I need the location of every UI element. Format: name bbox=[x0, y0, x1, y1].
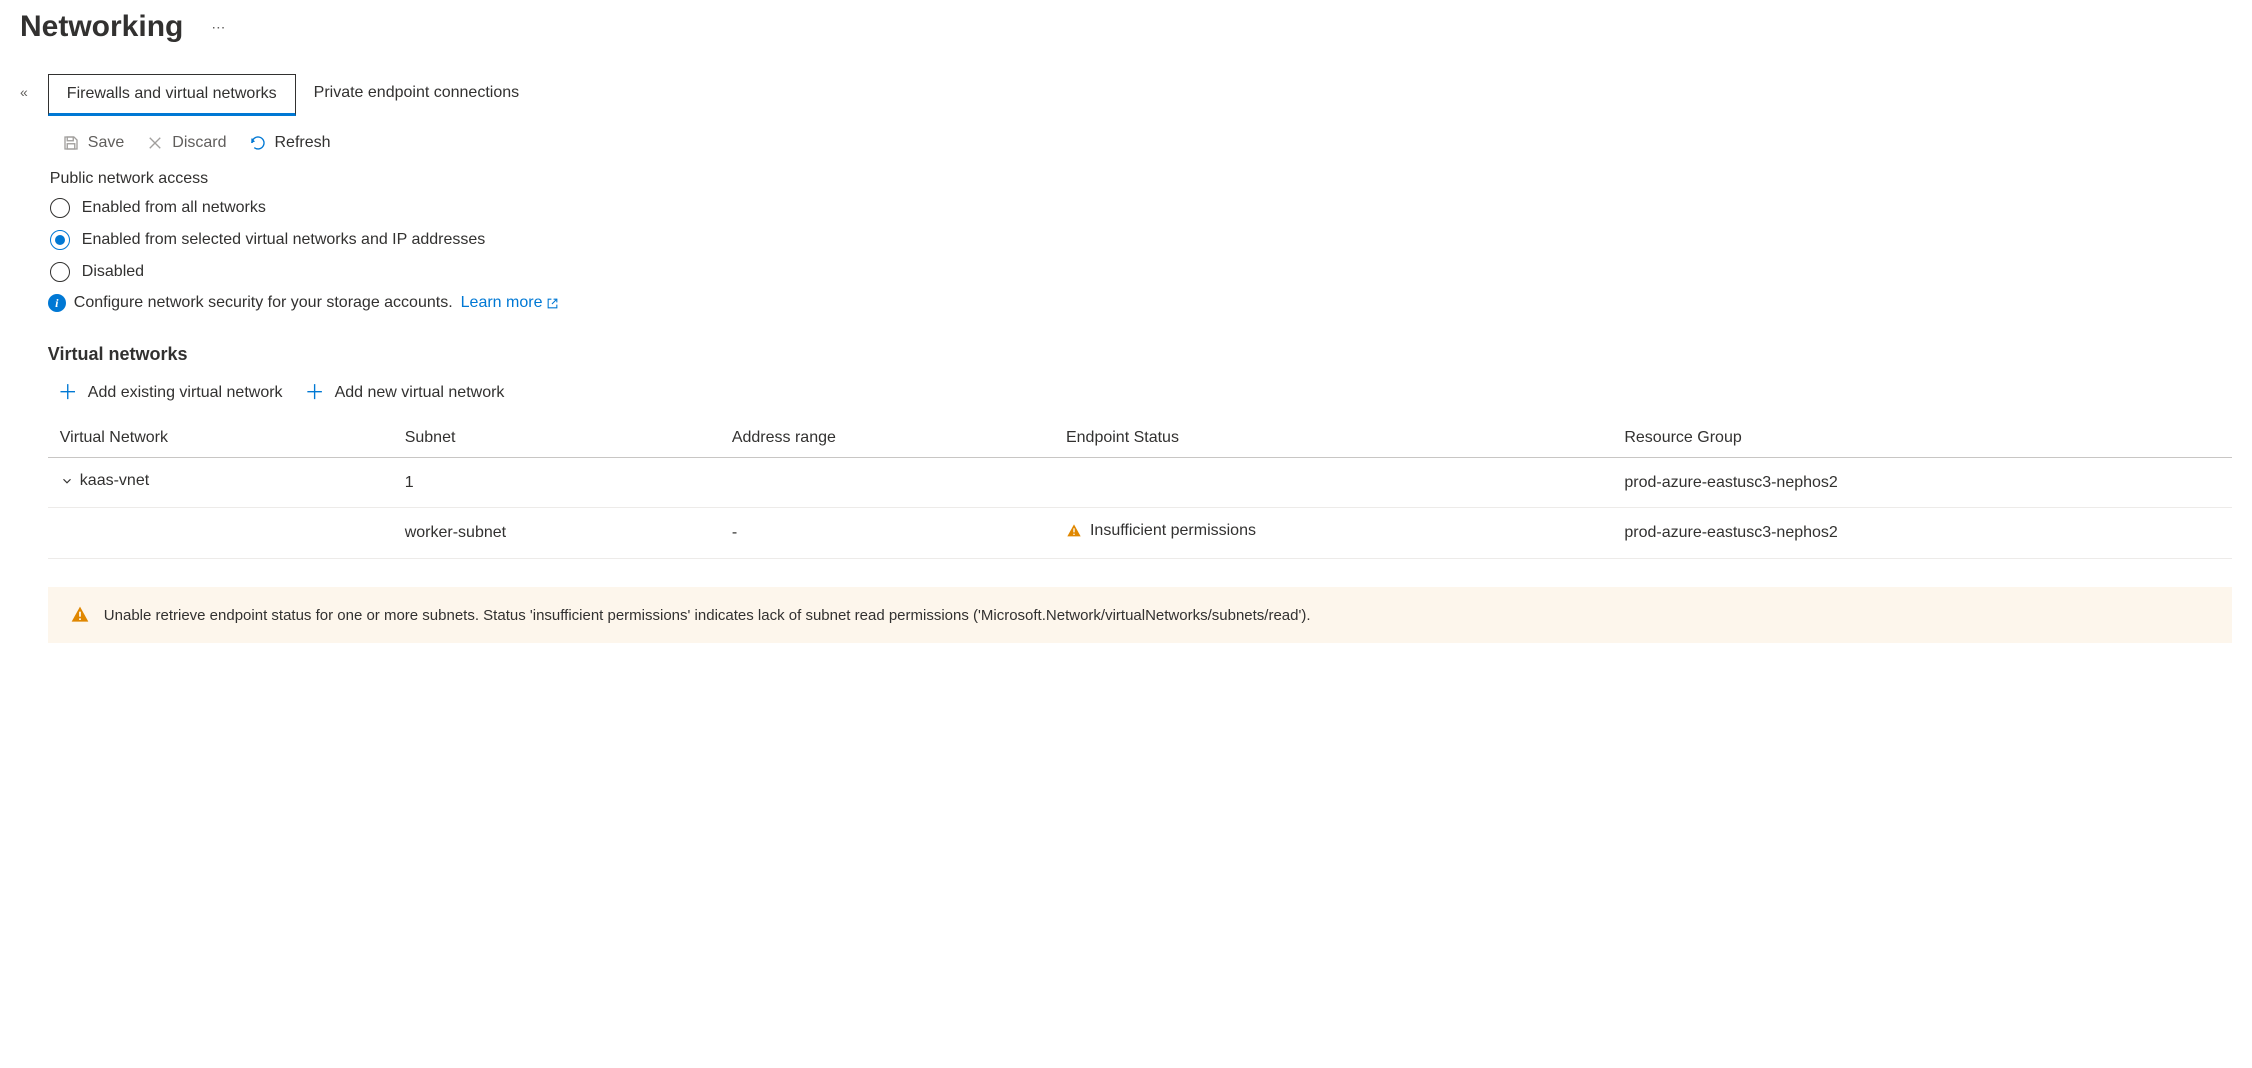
cell-endpoint-status bbox=[1054, 458, 1612, 508]
cell-resource-group: prod-azure-eastusc3-nephos2 bbox=[1612, 458, 2232, 508]
col-resource-group: Resource Group bbox=[1612, 419, 2232, 458]
chevron-down-icon bbox=[60, 474, 74, 488]
add-new-label: Add new virtual network bbox=[335, 384, 505, 402]
table-header-row: Virtual Network Subnet Address range End… bbox=[48, 419, 2232, 458]
radio-icon bbox=[50, 198, 70, 218]
cell-address-range bbox=[720, 458, 1054, 508]
table-row: kaas-vnet 1 prod-azure-eastusc3-nephos2 bbox=[48, 458, 2232, 508]
plus-icon: ＋ bbox=[58, 383, 78, 403]
page-title: Networking bbox=[20, 10, 183, 44]
tab-bar: Firewalls and virtual networks Private e… bbox=[48, 74, 2232, 116]
cell-subnet: worker-subnet bbox=[393, 508, 720, 559]
add-existing-label: Add existing virtual network bbox=[88, 384, 283, 402]
radio-selected-label: Enabled from selected virtual networks a… bbox=[82, 231, 485, 249]
tab-firewalls[interactable]: Firewalls and virtual networks bbox=[48, 74, 296, 116]
vnet-name: kaas-vnet bbox=[80, 472, 149, 490]
col-address-range: Address range bbox=[720, 419, 1054, 458]
vnet-expander[interactable]: kaas-vnet bbox=[60, 472, 149, 490]
save-label: Save bbox=[88, 134, 124, 152]
cell-resource-group: prod-azure-eastusc3-nephos2 bbox=[1612, 508, 2232, 559]
warning-banner: Unable retrieve endpoint status for one … bbox=[48, 587, 2232, 643]
page-header: Networking ⋯ bbox=[20, 10, 2232, 44]
more-actions-button[interactable]: ⋯ bbox=[203, 15, 233, 40]
vnet-heading: Virtual networks bbox=[48, 344, 2232, 365]
info-icon: i bbox=[48, 294, 66, 312]
discard-icon bbox=[146, 134, 164, 152]
banner-message: Unable retrieve endpoint status for one … bbox=[104, 607, 1311, 624]
save-icon bbox=[62, 134, 80, 152]
cell-address-range: - bbox=[720, 508, 1054, 559]
radio-disabled[interactable]: Disabled bbox=[48, 262, 2232, 282]
radio-all-label: Enabled from all networks bbox=[82, 199, 266, 217]
toolbar: Save Discard Refresh bbox=[48, 134, 2232, 170]
radio-icon bbox=[50, 230, 70, 250]
add-existing-vnet-button[interactable]: ＋ Add existing virtual network bbox=[58, 383, 283, 403]
plus-icon: ＋ bbox=[305, 383, 325, 403]
cell-subnet: 1 bbox=[393, 458, 720, 508]
external-link-icon bbox=[546, 297, 559, 310]
public-access-label: Public network access bbox=[48, 170, 2232, 188]
learn-more-link[interactable]: Learn more bbox=[461, 294, 560, 312]
endpoint-status-text: Insufficient permissions bbox=[1090, 522, 1256, 540]
refresh-icon bbox=[249, 134, 267, 152]
info-text: Configure network security for your stor… bbox=[74, 294, 453, 312]
warning-icon bbox=[1066, 523, 1082, 539]
table-row: worker-subnet - Insufficient permissions bbox=[48, 508, 2232, 559]
refresh-label: Refresh bbox=[275, 134, 331, 152]
collapse-sidebar-button[interactable]: « bbox=[20, 74, 48, 643]
radio-selected-networks[interactable]: Enabled from selected virtual networks a… bbox=[48, 230, 2232, 250]
learn-more-label: Learn more bbox=[461, 294, 543, 312]
discard-button[interactable]: Discard bbox=[146, 134, 226, 152]
refresh-button[interactable]: Refresh bbox=[249, 134, 331, 152]
tab-private-endpoints[interactable]: Private endpoint connections bbox=[296, 74, 537, 116]
vnet-actions: ＋ Add existing virtual network ＋ Add new… bbox=[48, 383, 2232, 403]
radio-disabled-label: Disabled bbox=[82, 263, 144, 281]
vnet-table: Virtual Network Subnet Address range End… bbox=[48, 419, 2232, 559]
col-subnet: Subnet bbox=[393, 419, 720, 458]
col-network: Virtual Network bbox=[48, 419, 393, 458]
add-new-vnet-button[interactable]: ＋ Add new virtual network bbox=[305, 383, 505, 403]
radio-all-networks[interactable]: Enabled from all networks bbox=[48, 198, 2232, 218]
radio-icon bbox=[50, 262, 70, 282]
public-access-radio-group: Enabled from all networks Enabled from s… bbox=[48, 198, 2232, 282]
save-button[interactable]: Save bbox=[62, 134, 124, 152]
cell-network bbox=[48, 508, 393, 559]
endpoint-status: Insufficient permissions bbox=[1066, 522, 1256, 540]
col-endpoint-status: Endpoint Status bbox=[1054, 419, 1612, 458]
warning-icon bbox=[70, 605, 90, 625]
info-row: i Configure network security for your st… bbox=[48, 294, 2232, 312]
discard-label: Discard bbox=[172, 134, 226, 152]
